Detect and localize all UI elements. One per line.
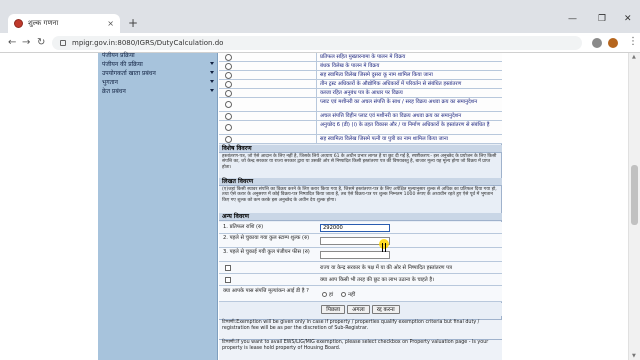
exemption-checkbox[interactable] <box>225 277 231 283</box>
list-item: कब्जा रहित अनुबंध पत्र के आधार पर विक्रय <box>219 89 502 98</box>
sidebar-item-payment[interactable]: भुगतान <box>102 78 118 86</box>
consideration-row: 1. प्रतिफल राशि (रु) <box>219 222 502 234</box>
tab-title: शुल्क गणना <box>28 19 59 27</box>
chevron-down-icon <box>210 71 214 74</box>
consideration-label: 1. प्रतिफल राशि (रु) <box>223 224 264 230</box>
address-bar-row: ← → ↻ mpigr.gov.in:8080/IGRS/DutyCalcula… <box>0 33 640 53</box>
sidebar-item-buyer-management[interactable]: क्रेत प्रबंधन <box>102 87 126 95</box>
option-radio[interactable] <box>225 136 232 143</box>
ews-note: टिप्पणी:If you want to avail EWS/LIG/MIG… <box>219 339 502 360</box>
special-details-text: हस्तांतरण-पत्र, जो ऐसे आदान के लिए नहीं … <box>222 154 497 170</box>
page-area: पंजीयन प्रक्रिया पंजीयन की प्रक्रिया उपय… <box>0 51 640 360</box>
option-radio[interactable] <box>225 101 232 108</box>
exemption-row: क्या आप किसी भी तरह की छूट का लाभ उठाना … <box>219 274 502 286</box>
url-field[interactable]: mpigr.gov.in:8080/IGRS/DutyCalculation.d… <box>52 36 582 50</box>
option-radio[interactable] <box>225 54 232 61</box>
govt-deed-label: राज्य या केन्द्र सरकार के पक्ष में या की… <box>320 265 452 271</box>
option-label: बंधक विलेख के पालन मे विक्रय <box>320 63 380 69</box>
tab-close-icon[interactable]: × <box>107 19 114 28</box>
new-tab-button[interactable]: + <box>128 16 138 30</box>
site-favicon-icon <box>14 19 23 28</box>
cancel-button[interactable]: रद्द करना <box>371 305 400 314</box>
chevron-down-icon <box>210 62 214 65</box>
browser-menu-icon[interactable]: ⋮ <box>628 36 638 47</box>
option-label: अचल संपत्ति विहीन प्लाट एवं मशीनरी का वि… <box>320 113 462 119</box>
instrument-details-heading: लिखत विवरण <box>219 178 502 186</box>
browser-tabstrip: शुल्क गणना × + — ❐ ✕ <box>0 0 640 33</box>
option-radio[interactable] <box>225 90 232 97</box>
previous-button[interactable]: पिछला <box>321 305 346 314</box>
prev-registration-fee-label: 3. पहले से चुकाई गयी कुल पंजीयन फीस (रु) <box>223 249 310 255</box>
govt-deed-row: राज्य या केन्द्र सरकार के पक्ष में या की… <box>219 262 502 274</box>
radio-yes-label: हां <box>329 292 334 298</box>
consideration-amount-input[interactable] <box>320 224 390 232</box>
chevron-down-icon <box>210 89 214 92</box>
list-item: अचल संपत्ति विहीन प्लाट एवं मशीनरी का वि… <box>219 112 502 121</box>
extension-icon[interactable] <box>592 38 602 48</box>
reload-icon[interactable]: ↻ <box>37 37 45 49</box>
prev-stamp-duty-label: 2. पहले से चुकाया गया कुल स्टाम्प शुल्क … <box>223 235 310 241</box>
profile-avatar-icon[interactable] <box>608 38 618 48</box>
sidebar: पंजीयन प्रक्रिया पंजीयन की प्रक्रिया उपय… <box>98 51 218 360</box>
option-label: प्लाट एवं मशीनरी का अचल संपत्ति के साथ /… <box>320 99 478 105</box>
option-label: सह स्वामित्व विलेख जिसमे पत्नी या पुत्री… <box>320 136 448 142</box>
option-label: कब्जा रहित अनुबंध पत्र के आधार पर विक्रय <box>320 90 403 96</box>
option-label: तीन ट्रस्ट अधिकारों के औद्योगिक अधिकारों… <box>320 81 462 87</box>
scroll-down-icon[interactable]: ▼ <box>632 353 636 359</box>
radio-yes[interactable]: हां <box>322 290 333 298</box>
option-radio[interactable] <box>225 124 232 131</box>
prev-stamp-row: 2. पहले से चुकाया गया कुल स्टाम्प शुल्क … <box>219 234 502 248</box>
sidebar-item-registration-process[interactable]: पंजीयन प्रक्रिया <box>102 51 135 59</box>
url-text: mpigr.gov.in:8080/IGRS/DutyCalculation.d… <box>72 39 224 47</box>
option-label: अनुच्छेद 6 (डी) (i) के तहत विकास और / या… <box>320 122 490 128</box>
sidebar-item-user-account[interactable]: उपयोगकर्ता खाता प्रबंधन <box>102 69 156 77</box>
browser-tab[interactable]: शुल्क गणना × <box>8 14 120 33</box>
valuation-id-row: क्या आपके पास संपत्ति मूल्यांकन आई डी है… <box>219 286 502 302</box>
back-icon[interactable]: ← <box>8 37 16 49</box>
chevron-down-icon <box>210 80 214 83</box>
restore-icon[interactable]: ❐ <box>598 14 606 24</box>
list-item: प्रतिफल सहित मुख्तारनामा के पालन मे विक्… <box>219 53 502 62</box>
prev-registration-row: 3. पहले से चुकाई गयी कुल पंजीयन फीस (रु) <box>219 248 502 262</box>
sidebar-item-registration-procedure[interactable]: पंजीयन की प्रक्रिया <box>102 60 143 68</box>
instrument-details-text: (ए)जहां किसी स्थावर संपत्ति का विक्रय कर… <box>222 187 497 203</box>
radio-yes-circle[interactable] <box>322 292 327 297</box>
close-window-icon[interactable]: ✕ <box>624 14 632 24</box>
list-item: प्लाट एवं मशीनरी का अचल संपत्ति के साथ /… <box>219 98 502 112</box>
duty-calculation-form: प्रतिफल सहित मुख्तारनामा के पालन मे विक्… <box>219 53 502 360</box>
option-radio[interactable] <box>225 81 232 88</box>
option-label: सह स्वामित्व विलेख जिसमे दुसरा कू नाम शा… <box>320 72 433 78</box>
prev-registration-fee-input[interactable] <box>320 251 390 259</box>
exemption-label: क्या आप किसी भी तरह की छूट का लाभ उठाना … <box>320 277 435 283</box>
option-radio[interactable] <box>225 72 232 79</box>
exemption-note: टिप्पणी:Exemption will be given only in … <box>219 319 502 339</box>
radio-no[interactable]: नहीं <box>341 290 355 298</box>
forward-icon[interactable]: → <box>22 37 30 49</box>
other-details-heading: अन्य विवरण <box>219 213 502 221</box>
list-item: सह स्वामित्व विलेख जिसमे दुसरा कू नाम शा… <box>219 71 502 80</box>
minimize-icon[interactable]: — <box>568 14 577 24</box>
list-item: तीन ट्रस्ट अधिकारों के औद्योगिक अधिकारों… <box>219 80 502 89</box>
scroll-thumb[interactable] <box>631 165 638 225</box>
page-scrollbar[interactable]: ▲ ▼ <box>628 53 640 360</box>
valuation-id-radio-group: हां नहीं <box>322 290 355 298</box>
form-actions: पिछला अगला रद्द करना <box>219 303 502 316</box>
special-details-heading: विशेष विवरण <box>219 145 502 153</box>
radio-no-circle[interactable] <box>341 292 347 297</box>
scroll-up-icon[interactable]: ▲ <box>632 54 636 60</box>
option-radio[interactable] <box>225 63 232 70</box>
list-item: बंधक विलेख के पालन मे विक्रय <box>219 62 502 71</box>
option-radio[interactable] <box>225 113 232 120</box>
radio-no-label: नहीं <box>348 292 356 298</box>
valuation-id-question: क्या आपके पास संपत्ति मूल्यांकन आई डी है… <box>223 288 309 294</box>
next-button[interactable]: अगला <box>347 305 370 314</box>
option-label: प्रतिफल सहित मुख्तारनामा के पालन मे विक्… <box>320 54 406 60</box>
lock-icon <box>60 40 66 46</box>
text-cursor-icon <box>382 243 386 252</box>
list-item: सह स्वामित्व विलेख जिसमे पत्नी या पुत्री… <box>219 135 502 144</box>
list-item: अनुच्छेद 6 (डी) (i) के तहत विकास और / या… <box>219 121 502 135</box>
govt-deed-checkbox[interactable] <box>225 265 231 271</box>
